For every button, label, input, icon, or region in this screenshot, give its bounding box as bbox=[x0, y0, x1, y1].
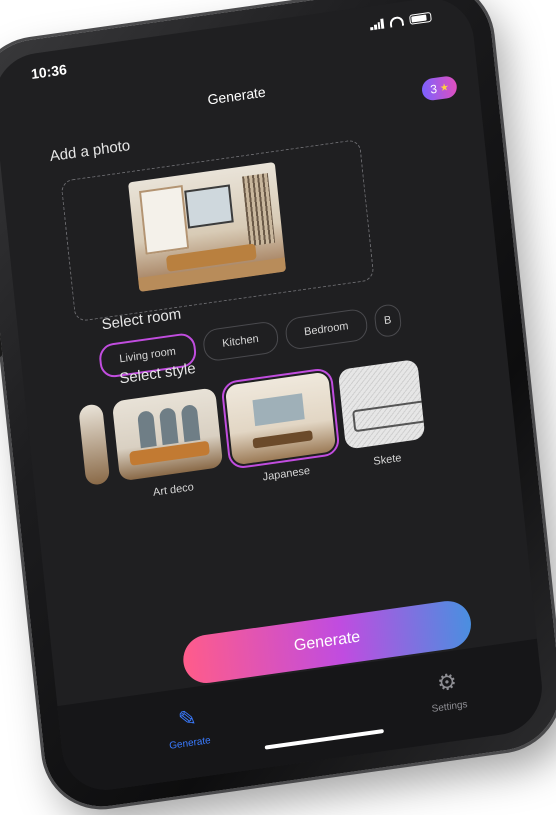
style-name: Japanese bbox=[262, 464, 311, 484]
brush-icon: ✎ bbox=[176, 704, 198, 733]
status-icons bbox=[369, 11, 432, 31]
style-thumb bbox=[111, 387, 224, 482]
tab-generate[interactable]: ✎ Generate bbox=[146, 701, 230, 755]
style-card-art-deco[interactable]: Art deco bbox=[111, 387, 226, 503]
tab-settings-label: Settings bbox=[431, 699, 469, 716]
credits-count: 3 bbox=[429, 81, 438, 97]
tab-generate-label: Generate bbox=[168, 735, 212, 752]
style-name: Skete bbox=[372, 452, 403, 468]
app-screen: 10:36 Generate 3 ★ Add a photo Select ro… bbox=[0, 0, 547, 796]
style-card-partial[interactable] bbox=[78, 403, 112, 508]
uploaded-photo[interactable] bbox=[128, 161, 287, 292]
add-photo-label: Add a photo bbox=[49, 136, 131, 166]
style-name: Art deco bbox=[152, 481, 195, 499]
phone-mockup: 10:36 Generate 3 ★ Add a photo Select ro… bbox=[0, 0, 556, 815]
battery-icon bbox=[409, 11, 432, 25]
room-chip-partial[interactable]: B bbox=[373, 302, 402, 339]
style-thumb bbox=[220, 366, 341, 471]
style-card-japanese[interactable]: Japanese bbox=[220, 366, 341, 487]
style-thumb bbox=[337, 358, 426, 450]
photo-upload-area[interactable] bbox=[60, 138, 375, 323]
tab-settings[interactable]: ⚙ Settings bbox=[406, 664, 490, 718]
style-thumb bbox=[78, 403, 111, 487]
wifi-icon bbox=[389, 15, 405, 28]
home-indicator[interactable] bbox=[264, 728, 384, 750]
status-time: 10:36 bbox=[30, 61, 68, 83]
signal-icon bbox=[369, 18, 385, 31]
room-chip-bedroom[interactable]: Bedroom bbox=[283, 307, 369, 351]
gear-icon: ⚙ bbox=[435, 668, 459, 697]
style-card-sketch[interactable]: Skete bbox=[337, 358, 428, 472]
room-chip-kitchen[interactable]: Kitchen bbox=[201, 320, 280, 363]
credits-badge[interactable]: 3 ★ bbox=[421, 74, 458, 102]
star-icon: ★ bbox=[439, 81, 450, 94]
